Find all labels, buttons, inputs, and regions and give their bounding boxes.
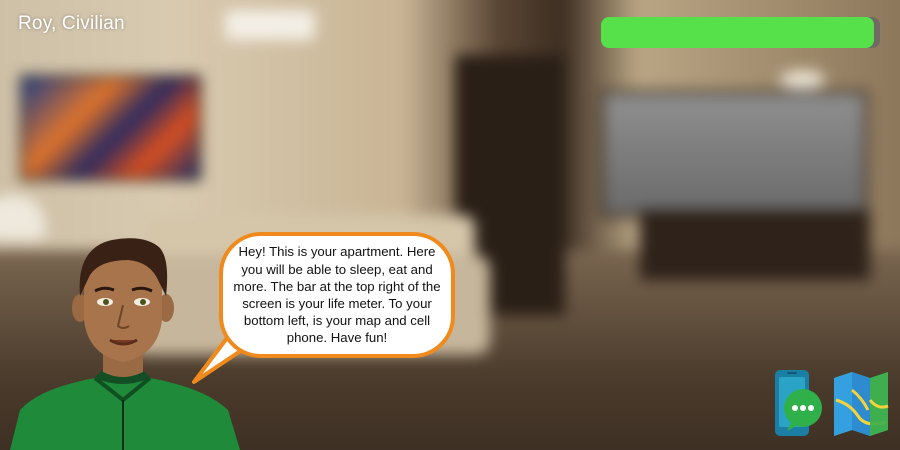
player-name-label: Roy, Civilian	[18, 13, 125, 34]
life-meter	[601, 17, 880, 48]
cell-phone-chat-icon	[775, 370, 822, 436]
cell-phone-button[interactable]	[771, 368, 827, 440]
wall-painting	[20, 75, 201, 181]
ceiling-light	[225, 10, 315, 40]
ceiling-light	[780, 70, 825, 90]
dining-table	[640, 210, 870, 280]
dialogue-text: Hey! This is your apartment. Here you wi…	[233, 244, 441, 346]
window	[600, 90, 868, 218]
folded-map-icon	[834, 372, 889, 436]
life-meter-fill	[601, 17, 875, 48]
map-button[interactable]	[832, 370, 890, 438]
speech-bubble: Hey! This is your apartment. Here you wi…	[219, 232, 455, 358]
